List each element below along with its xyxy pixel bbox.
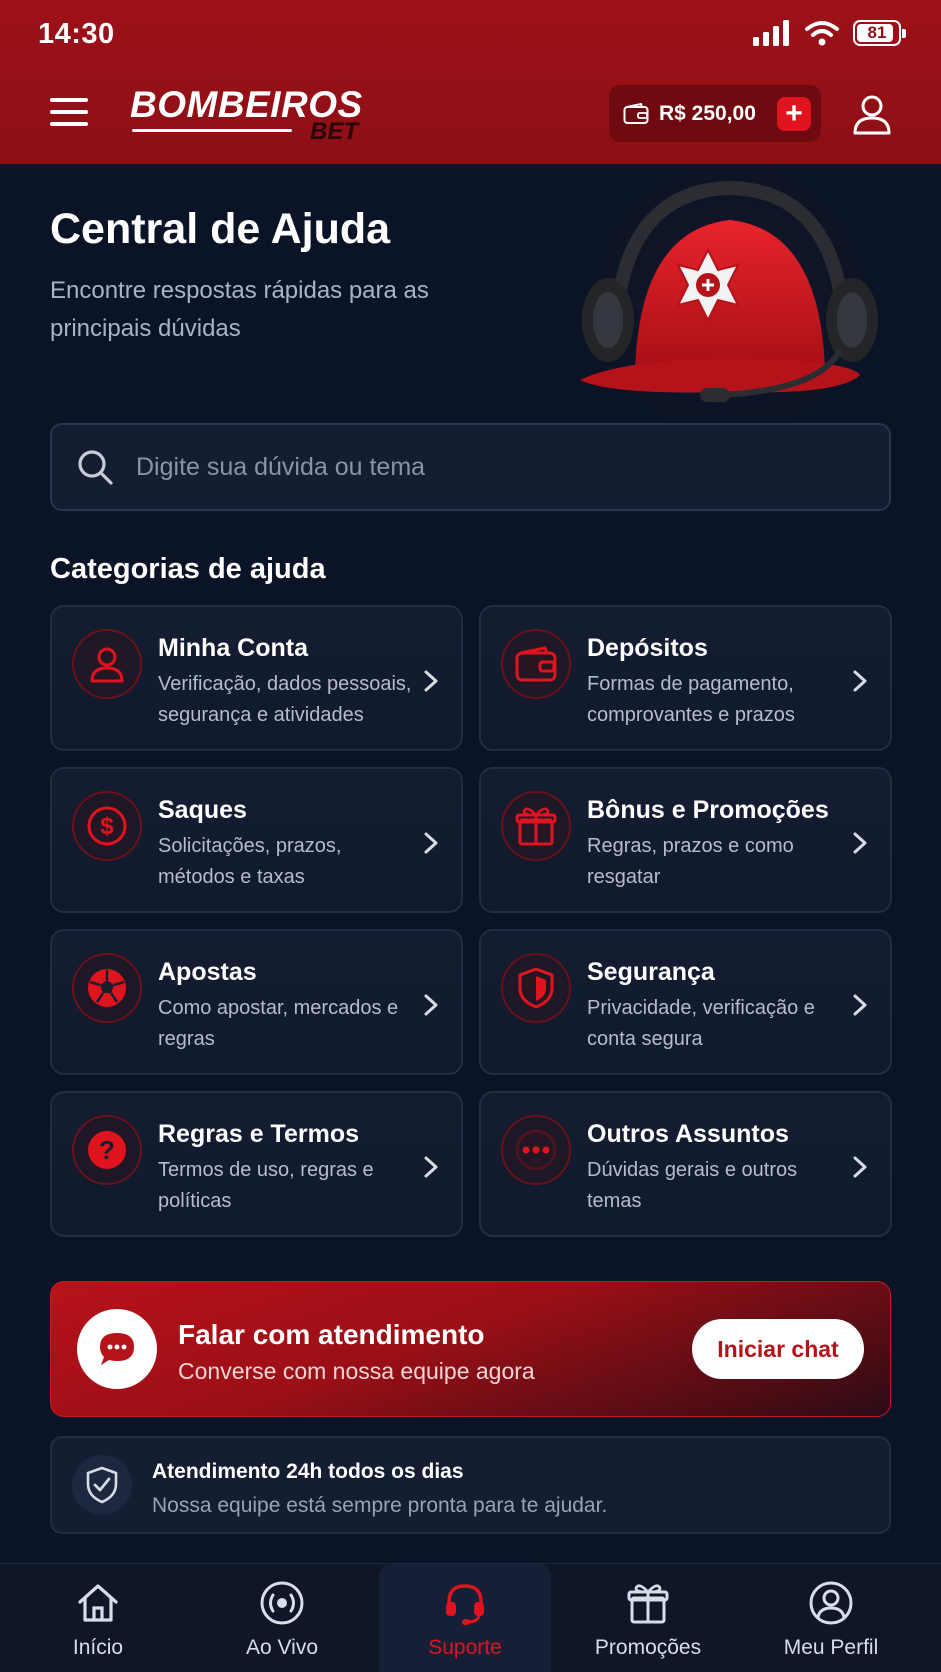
category-description: Dúvidas gerais e outros temas [587,1159,798,1212]
page-subtitle: Encontre respostas rápidas para as princ… [50,277,429,342]
chat-title: Falar com atendimento [178,1319,485,1350]
firefighter-helmet-headset-illustration [580,170,880,420]
category-card-regras-termos[interactable]: ? Regras e Termos Termos de uso, regras … [50,1091,463,1237]
category-title: Bônus e Promoções [587,796,829,824]
add-funds-button[interactable]: + [777,97,811,131]
profile-icon[interactable] [850,92,894,136]
headset-icon [446,1584,484,1625]
soccer-ball-icon [72,953,142,1023]
nav-item-inicio[interactable]: Início [12,1564,184,1672]
category-card-minha-conta[interactable]: Minha Conta Verificação, dados pessoais,… [50,605,463,751]
nav-item-ao-vivo[interactable]: Ao Vivo [196,1564,368,1672]
start-chat-button[interactable]: Iniciar chat [692,1319,864,1379]
nav-item-suporte[interactable]: Suporte [379,1564,551,1672]
profile-icon [809,1581,853,1625]
category-description: Como apostar, mercados e regras [158,997,399,1050]
battery-icon: 81 [853,20,906,46]
search-placeholder: Digite sua dúvida ou tema [136,452,426,481]
chevron-right-icon [424,670,438,692]
chat-subtitle: Converse com nossa equipe agora [178,1358,535,1384]
user-icon [72,629,142,699]
status-icons: 81 [753,20,906,46]
live-icon [260,1581,304,1625]
support-hours-title: Atendimento 24h todos os dias [152,1460,464,1483]
chat-bubble-icon [77,1309,157,1389]
chevron-right-icon [424,832,438,854]
category-card-bonus[interactable]: Bônus e Promoções Regras, prazos e como … [479,767,892,913]
chevron-right-icon [424,1156,438,1178]
category-card-saques[interactable]: $ Saques Solicitações, prazos, métodos e… [50,767,463,913]
nav-label: Meu Perfil [783,1636,879,1659]
category-card-seguranca[interactable]: Segurança Privacidade, verificação e con… [479,929,892,1075]
category-title: Saques [158,796,247,824]
support-hours-subtitle: Nossa equipe está sempre pronta para te … [152,1494,608,1517]
search-input[interactable]: Digite sua dúvida ou tema [50,423,891,511]
menu-button[interactable] [50,98,88,128]
search-icon [78,450,113,485]
chevron-right-icon [853,832,867,854]
category-title: Outros Assuntos [587,1120,789,1148]
home-icon [78,1584,118,1622]
balance-amount: R$ 250,00 [659,101,756,125]
category-title: Minha Conta [158,634,308,662]
wallet-icon [623,102,649,124]
nav-label: Suporte [428,1636,502,1659]
nav-label: Início [72,1636,124,1659]
nav-label: Promoções [594,1636,702,1659]
category-description: Privacidade, verificação e conta segura [587,997,815,1050]
support-hours-card: Atendimento 24h todos os dias Nossa equi… [50,1436,891,1534]
shield-icon [501,953,571,1023]
page-title: Central de Ajuda [50,205,391,253]
logo-sub-text: BET [310,118,358,145]
chevron-right-icon [853,670,867,692]
categories-heading: Categorias de ajuda [50,553,326,585]
balance-pill[interactable]: R$ 250,00 + [609,85,821,142]
bottom-navigation: Início Ao Vivo Suporte Promoções Meu Per… [0,1563,941,1672]
more-icon [501,1115,571,1185]
chevron-right-icon [853,1156,867,1178]
dollar-icon: $ [72,791,142,861]
category-description: Formas de pagamento, comprovantes e praz… [587,673,795,726]
question-icon: ? [72,1115,142,1185]
gift-icon [501,791,571,861]
shield-check-icon [72,1455,132,1515]
category-title: Apostas [158,958,257,986]
support-chat-banner[interactable]: Falar com atendimento Converse com nossa… [50,1281,891,1417]
svg-text:?: ? [99,1135,115,1165]
wifi-icon [805,21,839,46]
category-card-depositos[interactable]: Depósitos Formas de pagamento, comprovan… [479,605,892,751]
status-time: 14:30 [38,18,115,50]
chevron-right-icon [424,994,438,1016]
category-description: Regras, prazos e como resgatar [587,835,794,888]
category-title: Depósitos [587,634,708,662]
brand-logo[interactable]: BOMBEIROS BET [130,84,380,145]
wallet-icon [501,629,571,699]
nav-label: Ao Vivo [246,1636,318,1659]
category-description: Verificação, dados pessoais, segurança e… [158,673,412,726]
category-card-apostas[interactable]: Apostas Como apostar, mercados e regras [50,929,463,1075]
category-title: Segurança [587,958,715,986]
signal-icon [753,20,789,46]
svg-text:$: $ [100,813,114,840]
category-description: Solicitações, prazos, métodos e taxas [158,835,342,888]
nav-item-meu-perfil[interactable]: Meu Perfil [745,1564,917,1672]
top-app-bar: 14:30 81 BOMBEIROS BET R$ 250,00 + [0,0,941,164]
nav-item-promocoes[interactable]: Promoções [562,1564,734,1672]
gift-icon [627,1584,669,1624]
category-card-outros-assuntos[interactable]: Outros Assuntos Dúvidas gerais e outros … [479,1091,892,1237]
chevron-right-icon [853,994,867,1016]
battery-level: 81 [867,23,887,42]
category-description: Termos de uso, regras e políticas [158,1159,374,1212]
category-title: Regras e Termos [158,1120,360,1148]
